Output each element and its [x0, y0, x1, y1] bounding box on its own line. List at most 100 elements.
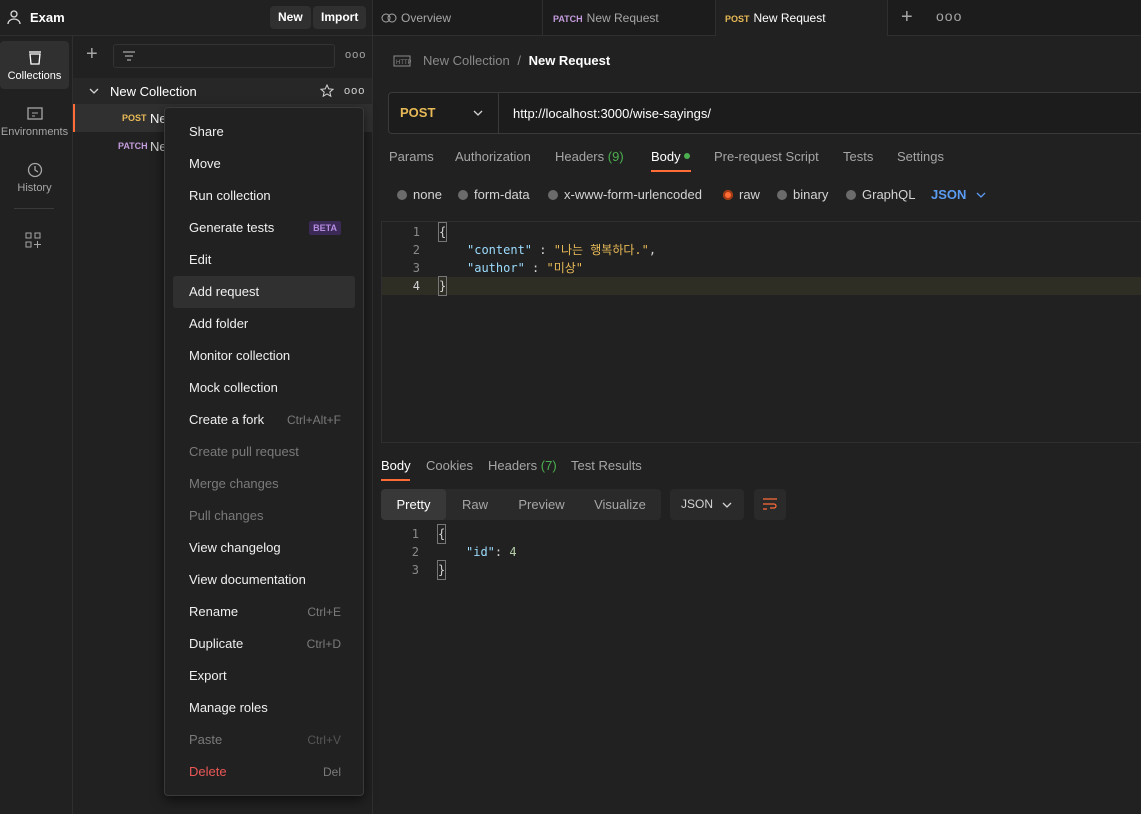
collection-row[interactable]: New Collection ooo	[73, 78, 372, 104]
rail-environments[interactable]: Environments	[0, 97, 69, 145]
body-mode-form-data[interactable]: form-data	[458, 187, 530, 202]
collection-more-icon[interactable]: ooo	[344, 85, 365, 97]
response-code-line: 1 {	[381, 524, 1141, 544]
menu-label: Paste	[189, 732, 223, 747]
radio-label: binary	[793, 187, 829, 202]
response-format-select[interactable]: JSON	[670, 489, 744, 520]
menu-share[interactable]: Share	[173, 116, 355, 148]
menu-shortcut: Ctrl+V	[307, 733, 341, 747]
menu-view-documentation[interactable]: View documentation	[173, 564, 355, 596]
json-string: "미상"	[546, 261, 584, 275]
tab-tests[interactable]: Tests	[843, 149, 873, 164]
response-tab-cookies[interactable]: Cookies	[426, 458, 473, 473]
more-tabs-icon[interactable]: ooo	[936, 8, 962, 24]
new-tab-icon[interactable]: +	[901, 7, 913, 27]
import-button[interactable]: Import	[313, 6, 367, 29]
menu-generate-tests[interactable]: Generate tests BETA	[173, 212, 355, 244]
menu-label: Delete	[189, 764, 227, 779]
response-tab-body[interactable]: Body	[381, 458, 411, 473]
filter-input[interactable]	[113, 44, 335, 68]
code-line: 1 {	[382, 222, 1141, 242]
workspace-name[interactable]: Exam	[30, 10, 65, 25]
request-body-editor[interactable]: 1 { 2 "content" : "나는 행복하다.", 3 "author"…	[381, 221, 1141, 443]
response-headers-label: Headers	[488, 458, 538, 473]
breadcrumb-collection[interactable]: New Collection	[423, 53, 510, 68]
new-button[interactable]: New	[270, 6, 311, 29]
code-text: }	[436, 560, 447, 580]
menu-mock-collection[interactable]: Mock collection	[173, 372, 355, 404]
chevron-down-icon[interactable]	[89, 87, 99, 95]
environments-icon	[26, 107, 43, 120]
overview-icon	[381, 13, 397, 23]
star-icon[interactable]	[320, 84, 334, 98]
code-line-current: 4 }	[382, 276, 1141, 296]
menu-export[interactable]: Export	[173, 660, 355, 692]
json-colon: :	[494, 545, 510, 559]
tab-post-request[interactable]: POST New Request	[716, 0, 888, 36]
menu-monitor-collection[interactable]: Monitor collection	[173, 340, 355, 372]
body-mode-none[interactable]: none	[397, 187, 442, 202]
request-panel: HTTP New Collection / New Request POST h…	[373, 36, 1141, 814]
menu-create-fork[interactable]: Create a fork Ctrl+Alt+F	[173, 404, 355, 436]
menu-duplicate[interactable]: Duplicate Ctrl+D	[173, 628, 355, 660]
rail-collections[interactable]: Collections	[0, 41, 69, 89]
view-visualize[interactable]: Visualize	[579, 489, 661, 520]
tab-headers[interactable]: Headers (9)	[555, 149, 624, 164]
menu-shortcut: Ctrl+E	[307, 605, 341, 619]
add-collection-icon[interactable]: +	[86, 44, 98, 64]
tab-settings[interactable]: Settings	[897, 149, 944, 164]
tab-body-label: Body	[651, 149, 681, 164]
body-mode-graphql[interactable]: GraphQL	[846, 187, 915, 202]
body-mode-urlencoded[interactable]: x-www-form-urlencoded	[548, 187, 702, 202]
menu-add-request[interactable]: Add request	[173, 276, 355, 308]
url-bar: POST http://localhost:3000/wise-sayings/	[388, 92, 1141, 134]
sidebar-more-icon[interactable]: ooo	[345, 49, 366, 61]
view-raw[interactable]: Raw	[446, 489, 504, 520]
tab-prerequest-script[interactable]: Pre-request Script	[714, 149, 819, 164]
json-key: "content"	[467, 243, 533, 257]
menu-edit[interactable]: Edit	[173, 244, 355, 276]
menu-rename[interactable]: Rename Ctrl+E	[173, 596, 355, 628]
tab-body[interactable]: Body	[651, 149, 691, 164]
method-select[interactable]: POST	[389, 93, 499, 133]
tab-overview[interactable]: Overview	[373, 0, 543, 36]
menu-run-collection[interactable]: Run collection	[173, 180, 355, 212]
view-pretty[interactable]: Pretty	[381, 489, 446, 520]
configure-workbench-icon[interactable]	[25, 232, 41, 248]
menu-manage-roles[interactable]: Manage roles	[173, 692, 355, 724]
breadcrumb-request[interactable]: New Request	[529, 53, 611, 68]
tab-label: Overview	[401, 11, 452, 25]
body-language-select[interactable]: JSON	[931, 187, 986, 202]
menu-delete[interactable]: Delete Del	[173, 756, 355, 788]
response-tab-test-results[interactable]: Test Results	[571, 458, 642, 473]
menu-label: Mock collection	[189, 380, 278, 395]
url-input[interactable]: http://localhost:3000/wise-sayings/	[513, 106, 711, 121]
menu-label: Rename	[189, 604, 239, 619]
body-mode-binary[interactable]: binary	[777, 187, 828, 202]
rail-history[interactable]: History	[0, 153, 69, 201]
rail-label: History	[17, 182, 52, 194]
view-preview[interactable]: Preview	[504, 489, 579, 520]
tab-authorization[interactable]: Authorization	[455, 149, 531, 164]
left-rail: Collections Environments History	[0, 36, 73, 814]
beta-badge: BETA	[309, 221, 341, 235]
breadcrumb: New Collection / New Request	[423, 53, 610, 68]
body-mode-raw[interactable]: raw	[723, 187, 760, 202]
response-code-line: 3 }	[381, 560, 1141, 580]
tab-label: New Request	[586, 11, 659, 25]
menu-label: Generate tests	[189, 220, 275, 235]
menu-move[interactable]: Move	[173, 148, 355, 180]
menu-view-changelog[interactable]: View changelog	[173, 532, 355, 564]
tab-patch-request[interactable]: PATCH New Request	[543, 0, 716, 36]
svg-text:HTTP: HTTP	[396, 60, 411, 66]
json-key: "author"	[467, 261, 525, 275]
menu-add-folder[interactable]: Add folder	[173, 308, 355, 340]
menu-merge-changes: Merge changes	[173, 468, 355, 500]
menu-label: Merge changes	[189, 476, 279, 491]
active-tab-underline	[651, 170, 691, 172]
menu-shortcut: Ctrl+D	[306, 637, 341, 651]
wrap-lines-button[interactable]	[754, 489, 786, 520]
response-tab-headers[interactable]: Headers (7)	[488, 458, 557, 473]
tab-params[interactable]: Params	[389, 149, 434, 164]
menu-label: Move	[189, 156, 221, 171]
